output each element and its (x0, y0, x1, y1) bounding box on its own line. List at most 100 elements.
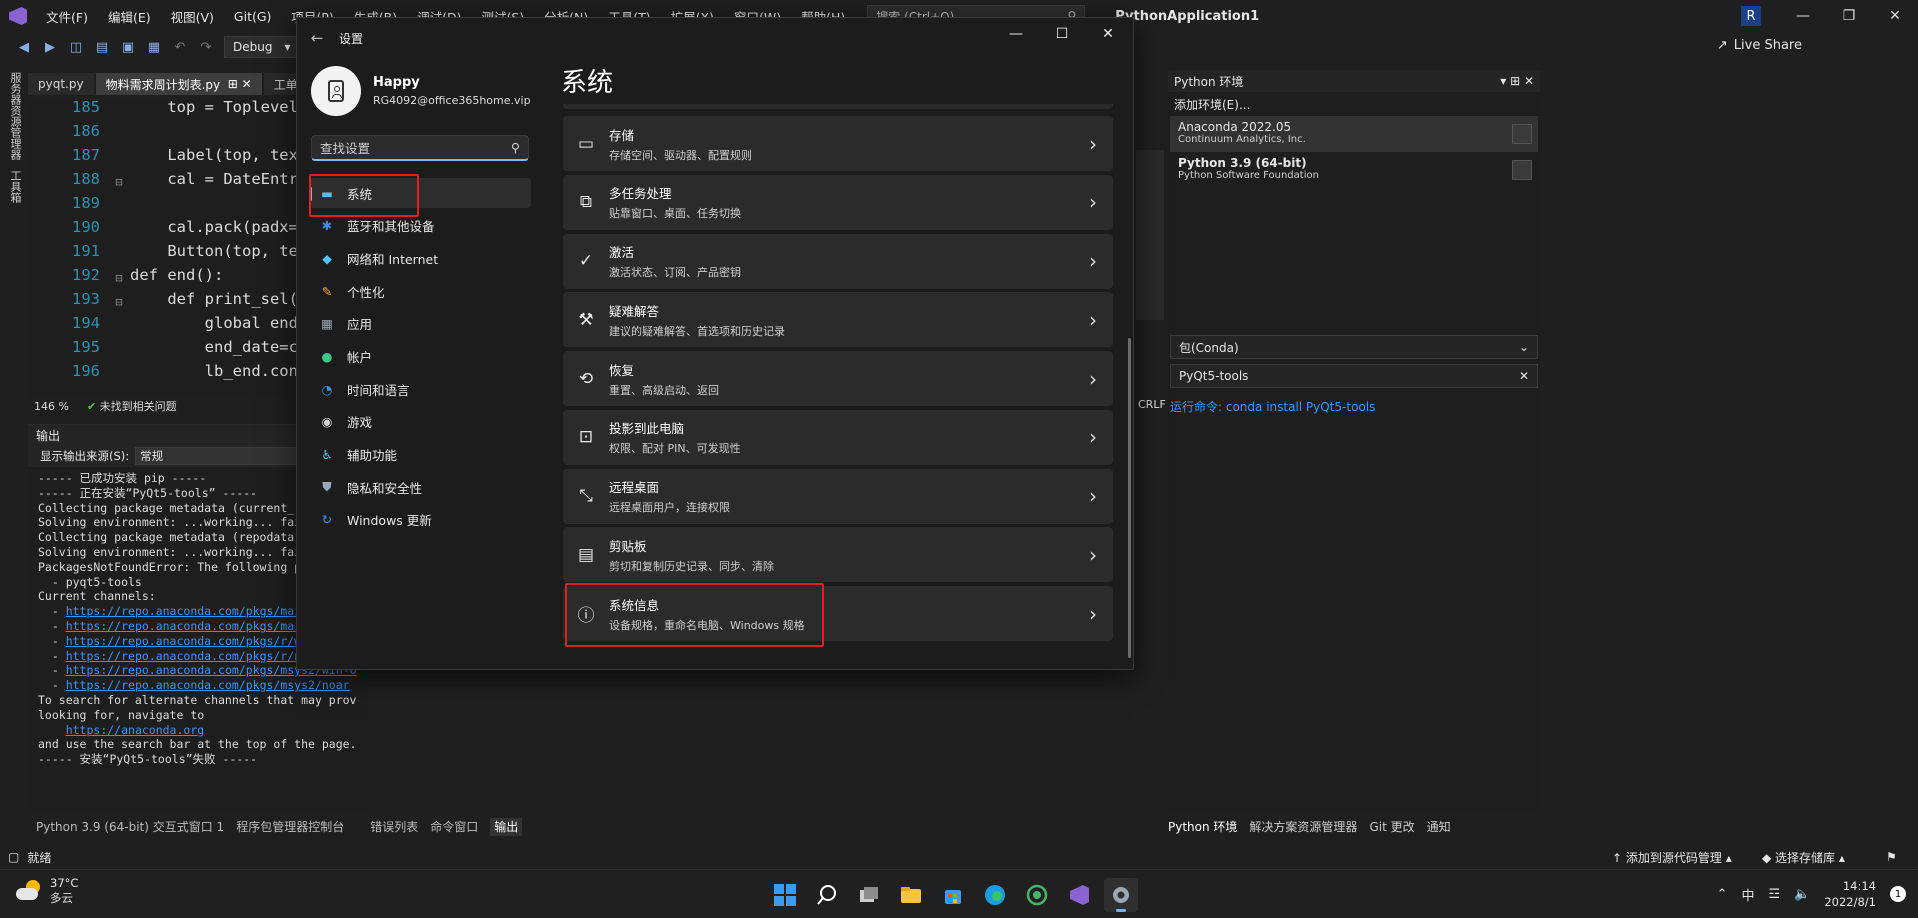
settings-card-storage[interactable]: ▭ 存储 存储空间、驱动器、配置规则 › (563, 116, 1113, 171)
tab-solution-explorer[interactable]: 解决方案资源管理器 (1249, 818, 1357, 835)
issues-indicator[interactable]: ✔ 未找到相关问题 (87, 398, 177, 414)
notification-badge-icon[interactable]: 1 (1890, 886, 1906, 902)
vs-minimize-button[interactable]: — (1780, 0, 1826, 32)
ime-indicator[interactable]: 中 (1741, 885, 1754, 904)
output-link[interactable]: https://anaconda.org (66, 723, 204, 737)
forward-arrow-icon[interactable]: ▶ (42, 39, 58, 55)
settings-minimize-button[interactable]: — (993, 18, 1039, 50)
redo-icon[interactable]: ↷ (198, 39, 214, 55)
env-options-icon[interactable] (1512, 124, 1532, 144)
menu-file[interactable]: 文件(F) (36, 7, 98, 26)
settings-scrollbar[interactable] (1128, 338, 1131, 658)
nav-item-network[interactable]: ◆ 网络和 Internet (309, 243, 531, 273)
output-link[interactable]: https://repo.anaconda.com/pkgs/msys2/noa… (66, 678, 350, 692)
search-icon[interactable] (810, 878, 844, 912)
anaconda-icon[interactable] (1020, 878, 1054, 912)
env-item-python39[interactable]: Python 3.9 (64-bit) Python Software Foun… (1170, 152, 1538, 188)
edge-icon[interactable] (978, 878, 1012, 912)
server-explorer-tab[interactable]: 服务器资源管理器 (7, 72, 23, 160)
settings-card-remote[interactable]: ⤡ 远程桌面 远程桌面用户，连接权限 › (563, 468, 1113, 524)
package-manager-dropdown[interactable]: 包(Conda) ⌄ (1170, 335, 1538, 359)
open-folder-icon[interactable]: ▤ (94, 39, 110, 55)
nav-item-privacy[interactable]: ⛊ 隐私和安全性 (309, 472, 531, 502)
tab-command-window[interactable]: 命令窗口 (430, 818, 478, 836)
fold-marker-icon[interactable] (108, 194, 130, 218)
nav-item-accessibility[interactable]: ♿ 辅助功能 (309, 440, 531, 470)
fold-marker-icon[interactable]: ⊟ (108, 290, 130, 314)
toolbox-tab[interactable]: 工具箱 (7, 170, 23, 203)
tab-python-env[interactable]: Python 环境 (1168, 818, 1237, 835)
tab-interactive[interactable]: Python 3.9 (64-bit) 交互式窗口 1 (36, 818, 224, 836)
add-environment-link[interactable]: 添加环境(E)... (1168, 92, 1540, 116)
settings-card-projection[interactable]: ⊡ 投影到此电脑 权限、配对 PIN、可发现性 › (563, 409, 1113, 465)
settings-close-button[interactable]: ✕ (1085, 18, 1131, 50)
nav-item-gaming[interactable]: ◉ 游戏 (309, 407, 531, 437)
pin-icon[interactable]: ⊞ (228, 77, 238, 91)
tab-git-changes[interactable]: Git 更改 (1369, 818, 1414, 835)
fold-marker-icon[interactable] (108, 338, 130, 362)
back-arrow-icon[interactable]: ← (297, 18, 337, 58)
tab-output[interactable]: 输出 (490, 818, 523, 836)
network-icon[interactable]: ☲ (1769, 887, 1781, 902)
weather-widget[interactable]: 37°C 多云 (16, 876, 78, 906)
live-share-button[interactable]: ↗ Live Share (1717, 38, 1802, 53)
settings-card-clipboard[interactable]: ▤ 剪贴板 剪切和复制历史记录、同步、清除 › (563, 527, 1113, 583)
menu-git[interactable]: Git(G) (224, 9, 282, 24)
fold-marker-icon[interactable] (108, 122, 130, 146)
undo-icon[interactable]: ↶ (172, 39, 188, 55)
fold-marker-icon[interactable] (108, 314, 130, 338)
panel-controls[interactable]: ▾ ⊞ ✕ (1500, 74, 1534, 88)
start-button[interactable] (768, 878, 802, 912)
tab-notifications[interactable]: 通知 (1427, 818, 1451, 835)
volume-icon[interactable]: 🔈 (1794, 887, 1810, 902)
menu-edit[interactable]: 编辑(E) (98, 7, 161, 26)
zoom-level[interactable]: 146 % (34, 400, 69, 413)
select-repo-button[interactable]: ◆ 选择存储库 ▴ (1762, 849, 1845, 866)
user-avatar[interactable]: R (1741, 6, 1761, 26)
editor-tab-pyqt[interactable]: pyqt.py (28, 73, 94, 95)
settings-maximize-button[interactable]: ☐ (1039, 18, 1085, 50)
settings-card-activation[interactable]: ✓ 激活 激活状态、订阅、产品密钥 › (563, 233, 1113, 289)
vs-close-button[interactable]: ✕ (1872, 0, 1918, 32)
fold-marker-icon[interactable] (108, 146, 130, 170)
editor-tab-plan[interactable]: 物料需求周计划表.py ⊞ ✕ (95, 73, 262, 95)
notification-bell-icon[interactable]: ⚑ (1886, 850, 1897, 864)
fold-marker-icon[interactable]: ⊟ (108, 266, 130, 290)
env-item-anaconda[interactable]: Anaconda 2022.05 Continuum Analytics, In… (1170, 116, 1538, 152)
menu-view[interactable]: 视图(V) (161, 7, 224, 26)
task-view-icon[interactable] (852, 878, 886, 912)
line-ending[interactable]: CRLF (1138, 398, 1166, 411)
config-dropdown[interactable]: Debug ▾ (224, 36, 300, 58)
run-command-link[interactable]: 运行命令: conda install PyQt5-tools (1170, 398, 1375, 415)
code-minimap[interactable] (1136, 150, 1164, 320)
tab-package-console[interactable]: 程序包管理器控制台 (236, 818, 344, 836)
save-all-icon[interactable]: ▦ (146, 39, 162, 55)
save-icon[interactable]: ▣ (120, 39, 136, 55)
tab-error-list[interactable]: 错误列表 (370, 818, 418, 836)
nav-item-windows-update[interactable]: ↻ Windows 更新 (309, 505, 531, 535)
fold-marker-icon[interactable] (108, 362, 130, 386)
env-options-icon[interactable] (1512, 160, 1532, 180)
settings-card-multitask[interactable]: ⧉ 多任务处理 贴靠窗口、桌面、任务切换 › (563, 174, 1113, 230)
back-arrow-icon[interactable]: ◀ (16, 39, 32, 55)
visual-studio-icon[interactable] (1062, 878, 1096, 912)
nav-item-apps[interactable]: ▦ 应用 (309, 309, 531, 339)
store-icon[interactable] (936, 878, 970, 912)
clear-icon[interactable]: ✕ (1519, 369, 1529, 383)
settings-search-input[interactable]: 查找设置 ⚲ (311, 135, 529, 161)
settings-card-troubleshoot[interactable]: ⚒ 疑难解答 建议的疑难解答、首选项和历史记录 › (563, 292, 1113, 348)
add-source-control-button[interactable]: ↑ 添加到源代码管理 ▴ (1612, 849, 1732, 866)
fold-marker-icon[interactable] (108, 100, 130, 122)
close-tab-icon[interactable]: ✕ (242, 77, 252, 91)
new-project-icon[interactable]: ◫ (68, 39, 84, 55)
fold-marker-icon[interactable] (108, 242, 130, 266)
settings-gear-icon[interactable] (1104, 878, 1138, 912)
nav-item-accounts[interactable]: ● 帐户 (309, 341, 531, 371)
file-explorer-icon[interactable] (894, 878, 928, 912)
fold-marker-icon[interactable] (108, 218, 130, 242)
fold-marker-icon[interactable]: ⊟ (108, 170, 130, 194)
clock[interactable]: 14:14 2022/8/1 (1824, 878, 1876, 910)
vs-maximize-button[interactable]: ❐ (1826, 0, 1872, 32)
user-profile[interactable]: Happy RG4092@office365home.vip (311, 66, 531, 116)
nav-item-time-language[interactable]: ◔ 时间和语言 (309, 374, 531, 404)
